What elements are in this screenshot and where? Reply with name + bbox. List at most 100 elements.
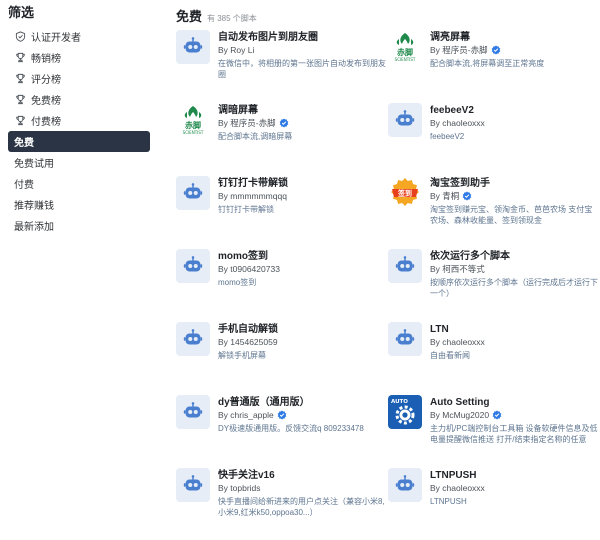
script-title: 调亮屏幕 [430,32,470,43]
page-title: 免费 [176,9,203,24]
script-card[interactable]: 自动发布图片到朋友圈 By Roy Li 在微信中，将相册的第一张图片自动发布到朋友… [176,30,386,96]
sidebar-item-1[interactable]: 畅销榜 [8,47,150,68]
script-author-name: By McMug2020 [430,410,490,420]
chijiao-scientist-logo: 赤脚 SCIENTIST [176,103,210,137]
script-card[interactable]: 快手关注v16 By topbrids 快手直播间给新进来的用户点关注（兼容小米8,… [176,468,386,534]
script-description: 快手直播间给新进来的用户点关注（兼容小米8,小米9,红米k50,oppoa30.… [218,497,385,517]
script-card-body: 自动发布图片到朋友圈 By Roy Li 在微信中，将相册的第一张图片自动发布到朋友… [218,30,386,96]
script-card-body: dy普通版（通用版） By chris_apple DY极速版通用版。反馈交流q 8… [218,395,386,461]
script-title: 钉钉打卡带解锁 [218,178,288,189]
script-card[interactable]: 签到 淘宝签到助手 By 青桐 淘宝签到赚元宝、领淘金币、芭芭农场 支付宝农场、森林收… [388,176,598,242]
script-author: By chris_apple [218,409,386,421]
script-card[interactable]: 依次运行多个脚本 By 柯西不等式 按顺序依次运行多个脚本（运行完成后才运行下一个） [388,249,598,315]
robot-icon [388,249,422,283]
script-author: By 青桐 [430,190,598,202]
sidebar-item-5[interactable]: 免费 [8,131,150,152]
script-author-name: By chaoleoxxx [430,337,485,347]
script-author-name: By 柯西不等式 [430,264,485,274]
robot-icon [176,468,210,502]
script-card[interactable]: LTN By chaoleoxxx 自由看新闻 [388,322,598,388]
script-title: LTNPUSH [430,470,477,481]
svg-text:AUTO: AUTO [391,399,408,405]
script-card[interactable]: AUTO Auto Setting By McMug2020 主力机/PC端控制台工具… [388,395,598,461]
script-card[interactable]: 钉钉打卡带解锁 By mmmmmmqqq 钉钉打卡带解锁 [176,176,386,242]
robot-icon [176,176,210,210]
svg-text:赤脚: 赤脚 [185,120,201,130]
checkin-badge-icon: 签到 [388,176,422,210]
script-author: By 柯西不等式 [430,263,598,275]
sidebar-item-8[interactable]: 推荐赚钱 [8,194,150,215]
script-author: By chaoleoxxx [430,482,598,494]
script-card[interactable]: 手机自动解锁 By 1454625059 解锁手机屏幕 [176,322,386,388]
chijiao-scientist-logo: 赤脚 SCIENTIST [388,30,422,64]
script-author-name: By chaoleoxxx [430,118,485,128]
script-description: 钉钉打卡带解锁 [218,205,274,214]
script-author: By 程序员-赤脚 [430,44,598,56]
sidebar-item-label: 畅销榜 [31,54,61,65]
script-title: 快手关注v16 [218,470,275,481]
sidebar-item-2[interactable]: 评分榜 [8,68,150,89]
script-author: By mmmmmmqqq [218,190,386,202]
script-author-name: By topbrids [218,483,261,493]
sidebar: 筛选 认证开发者 畅销榜 评分榜 免费榜 付费榜 免费 免费试用 付费 推荐赚钱 最新添加 [0,0,160,540]
verified-badge-icon [491,45,501,55]
script-card-body: LTN By chaoleoxxx 自由看新闻 [430,322,598,388]
script-card[interactable]: 赤脚 SCIENTIST 调亮屏幕 By 程序员-赤脚 配合脚本流,将屏幕调至正常亮度 [388,30,598,96]
script-author-name: By chris_apple [218,410,274,420]
svg-text:SCIENTIST: SCIENTIST [183,130,204,135]
script-card-body: 钉钉打卡带解锁 By mmmmmmqqq 钉钉打卡带解锁 [218,176,386,242]
sidebar-list: 认证开发者畅销榜评分榜免费榜 付费榜 免费免费试用付费推荐赚钱最新添加 [0,26,160,236]
script-card[interactable]: 赤脚 SCIENTIST 调暗屏幕 By 程序员-赤脚配合脚本流,调暗屏幕 [176,103,386,169]
script-author-name: By t0906420733 [218,264,280,274]
script-card-body: 快手关注v16 By topbrids 快手直播间给新进来的用户点关注（兼容小米8,… [218,468,386,534]
script-author: By topbrids [218,482,386,494]
script-description: 在微信中，将相册的第一张图片自动发布到朋友圈 [218,59,386,79]
sidebar-item-label: 评分榜 [31,75,61,86]
svg-text:签到: 签到 [397,189,412,198]
sidebar-item-6[interactable]: 免费试用 [8,152,150,173]
sidebar-item-label: 最新添加 [14,222,54,233]
robot-icon [388,103,422,137]
script-title: LTN [430,324,449,335]
script-title: 淘宝签到助手 [430,178,490,189]
script-count: 有 385 个脚本 [207,14,257,23]
robot-icon [176,30,210,64]
script-description: momo签到 [218,278,257,287]
sidebar-item-9[interactable]: 最新添加 [8,215,150,236]
robot-icon [388,468,422,502]
robot-icon [176,322,210,356]
script-title: 调暗屏幕 [218,105,258,116]
robot-icon [388,322,422,356]
script-description: 解锁手机屏幕 [218,351,266,360]
svg-text:赤脚: 赤脚 [397,47,413,57]
trophy-icon [14,94,26,106]
main-content: 免费 有 385 个脚本 自动发布图片到朋友圈 By Roy Li 在微信中，将相册… [176,0,600,540]
verified-badge-icon [277,410,287,420]
script-author-name: By chaoleoxxx [430,483,485,493]
sidebar-item-4[interactable]: 付费榜 [8,110,150,131]
script-card[interactable]: momo签到 By t0906420733 momo签到 [176,249,386,315]
svg-text:SCIENTIST: SCIENTIST [395,57,416,62]
sidebar-item-label: 付费 [14,180,34,191]
script-title: 依次运行多个脚本 [430,251,510,262]
script-author-name: By 程序员-赤脚 [218,118,276,128]
script-description: 配合脚本流,将屏幕调至正常亮度 [430,59,545,68]
sidebar-item-0[interactable]: 认证开发者 [8,26,150,47]
trophy-icon [14,115,26,127]
script-card[interactable]: dy普通版（通用版） By chris_apple DY极速版通用版。反馈交流q 8… [176,395,386,461]
script-title: dy普通版（通用版） [218,397,310,408]
sidebar-item-label: 认证开发者 [31,33,81,44]
sidebar-item-3[interactable]: 免费榜 [8,89,150,110]
script-description: feebeeV2 [430,132,465,141]
script-author-name: By 1454625059 [218,337,278,347]
sidebar-item-label: 免费试用 [14,159,54,170]
script-card-body: 调暗屏幕 By 程序员-赤脚配合脚本流,调暗屏幕 [218,103,386,169]
script-card-body: 淘宝签到助手 By 青桐 淘宝签到赚元宝、领淘金币、芭芭农场 支付宝农场、森林收能量… [430,176,598,242]
script-description: DY极速版通用版。反馈交流q 809233478 [218,424,364,433]
script-title: 自动发布图片到朋友圈 [218,32,318,43]
sidebar-item-7[interactable]: 付费 [8,173,150,194]
script-card[interactable]: LTNPUSH By chaoleoxxx LTNPUSH [388,468,598,534]
script-title: 手机自动解锁 [218,324,278,335]
script-card[interactable]: feebeeV2 By chaoleoxxx feebeeV2 [388,103,598,169]
script-description: 配合脚本流,调暗屏幕 [218,132,293,141]
